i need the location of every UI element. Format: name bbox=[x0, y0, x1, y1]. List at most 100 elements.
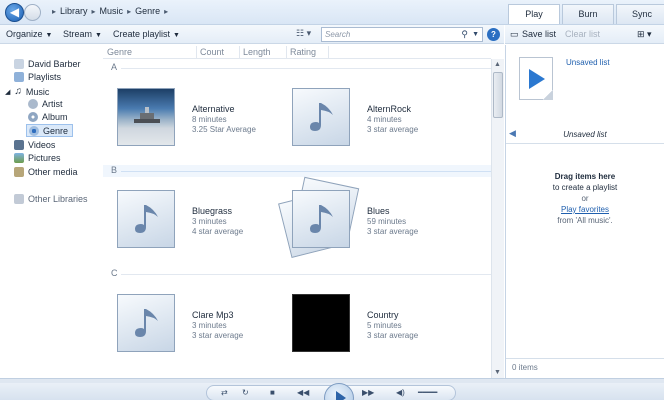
column-rating[interactable]: Rating bbox=[290, 47, 316, 57]
organize-button[interactable]: Organize ▼ bbox=[6, 29, 52, 39]
sidebar-item-label: Genre bbox=[43, 125, 69, 136]
list-options-icon[interactable]: ⊞ ▾ bbox=[637, 29, 652, 40]
list-title: Unsaved list bbox=[563, 130, 607, 139]
tile-info: Clare Mp3 3 minutes 3 star average bbox=[192, 310, 243, 340]
sidebar-item-label: Playlists bbox=[28, 72, 62, 82]
chevron-down-icon[interactable]: ▼ bbox=[472, 28, 479, 41]
sidebar-item-genre[interactable]: Genre bbox=[26, 124, 74, 137]
breadcrumb-library[interactable]: Library bbox=[60, 6, 88, 16]
breadcrumb-genre[interactable]: Genre bbox=[135, 6, 160, 16]
music-note-icon bbox=[310, 103, 333, 131]
sidebar-item-pictures[interactable]: Pictures bbox=[14, 153, 61, 163]
forward-arrow-icon[interactable] bbox=[24, 4, 41, 21]
stream-button[interactable]: Stream ▼ bbox=[63, 29, 102, 39]
search-icon[interactable]: ⚲ bbox=[461, 28, 468, 41]
genre-name: Blues bbox=[367, 206, 390, 216]
stop-icon[interactable]: ■ bbox=[270, 388, 275, 397]
tile-info: Alternative 8 minutes 3.25 Star Average bbox=[192, 104, 256, 134]
column-genre[interactable]: Genre bbox=[107, 47, 132, 57]
scroll-up-icon[interactable]: ▲ bbox=[494, 61, 501, 68]
group-header[interactable]: C bbox=[103, 268, 491, 280]
clear-list-button[interactable]: Clear list bbox=[565, 29, 600, 39]
tab-play[interactable]: Play bbox=[508, 4, 560, 24]
music-note-icon: ♫ bbox=[14, 86, 22, 97]
scroll-thumb[interactable] bbox=[493, 72, 503, 118]
sidebar-item-playlists[interactable]: Playlists bbox=[14, 72, 61, 82]
picture-icon bbox=[14, 153, 24, 163]
breadcrumb-music[interactable]: Music bbox=[100, 6, 124, 16]
create-playlist-label: Create playlist bbox=[113, 29, 171, 39]
column-header: Genre Count Length Rating bbox=[103, 45, 491, 59]
tab-burn[interactable]: Burn bbox=[562, 4, 614, 24]
items-count: 0 items bbox=[512, 363, 538, 372]
breadcrumb-separator-icon[interactable]: ▸ bbox=[92, 7, 96, 16]
tab-bar: Play Burn Sync bbox=[508, 4, 664, 24]
toolbar: Organize ▼ Stream ▼ Create playlist ▼ ☷ ▾ S… bbox=[0, 25, 504, 44]
next-icon[interactable]: ▶▶ bbox=[362, 388, 374, 397]
breadcrumb-separator-icon[interactable]: ▸ bbox=[127, 7, 131, 16]
sidebar-item-other-media[interactable]: Other media bbox=[14, 167, 78, 177]
breadcrumb-separator-icon: ▸ bbox=[52, 6, 57, 16]
unsaved-list-link[interactable]: Unsaved list bbox=[566, 58, 610, 67]
music-note-icon bbox=[135, 309, 158, 337]
genre-tile[interactable]: Alternative 8 minutes 3.25 Star Average bbox=[117, 88, 287, 148]
seek-bar[interactable] bbox=[0, 379, 664, 383]
sidebar-item-album[interactable]: Album bbox=[28, 112, 68, 122]
panel-divider bbox=[506, 143, 664, 144]
group-divider bbox=[121, 68, 491, 69]
shuffle-icon[interactable]: ⇄ bbox=[221, 388, 228, 397]
save-list-button[interactable]: Save list bbox=[522, 29, 556, 39]
column-divider[interactable] bbox=[239, 46, 240, 58]
scroll-down-icon[interactable]: ▼ bbox=[494, 369, 501, 376]
genre-length: 59 minutes bbox=[367, 217, 407, 226]
create-playlist-button[interactable]: Create playlist ▼ bbox=[113, 29, 180, 39]
album-art bbox=[292, 190, 350, 248]
column-length[interactable]: Length bbox=[243, 47, 271, 57]
list-pane: Unsaved list ◀ Unsaved list Drag items h… bbox=[505, 45, 664, 378]
column-divider[interactable] bbox=[328, 46, 329, 58]
genre-name: Bluegrass bbox=[192, 206, 233, 216]
album-art bbox=[117, 190, 175, 248]
genre-length: 4 minutes bbox=[367, 115, 402, 124]
chevron-down-icon[interactable]: ◢ bbox=[5, 88, 10, 96]
view-options-icon[interactable]: ☷ ▾ bbox=[296, 28, 311, 39]
mute-icon[interactable]: ◀) bbox=[396, 388, 405, 397]
sidebar-item-user[interactable]: David Barber bbox=[14, 59, 81, 69]
playlist-toolbar: ▭ Save list Clear list ⊞ ▾ bbox=[505, 25, 664, 44]
genre-tile[interactable]: Country 5 minutes 3 star average bbox=[292, 294, 462, 354]
tab-sync[interactable]: Sync bbox=[616, 4, 664, 24]
genre-tile[interactable]: AlternRock 4 minutes 3 star average bbox=[292, 88, 462, 148]
help-icon[interactable]: ? bbox=[487, 28, 500, 41]
genre-length: 3 minutes bbox=[192, 217, 227, 226]
column-divider[interactable] bbox=[286, 46, 287, 58]
album-art bbox=[292, 88, 350, 146]
column-divider[interactable] bbox=[196, 46, 197, 58]
play-favorites-link[interactable]: Play favorites bbox=[506, 204, 664, 215]
sidebar-item-label: Album bbox=[42, 112, 68, 122]
genre-tile[interactable]: Blues 59 minutes 3 star average bbox=[278, 176, 462, 258]
previous-icon[interactable]: ◀◀ bbox=[297, 388, 309, 397]
repeat-icon[interactable]: ↻ bbox=[242, 388, 249, 397]
sidebar-item-music[interactable]: ◢ ♫ Music bbox=[5, 86, 49, 97]
genre-rating: 3 star average bbox=[367, 227, 419, 236]
genre-length: 3 minutes bbox=[192, 321, 227, 330]
chevron-down-icon: ▼ bbox=[45, 32, 53, 39]
column-count[interactable]: Count bbox=[200, 47, 224, 57]
genre-length: 8 minutes bbox=[192, 115, 227, 124]
sidebar-item-artist[interactable]: Artist bbox=[28, 99, 63, 109]
group-header[interactable]: A bbox=[103, 62, 491, 74]
drag-hint: Drag items here to create a playlist or … bbox=[506, 171, 664, 226]
genre-tile[interactable]: Bluegrass 3 minutes 4 star average bbox=[117, 190, 287, 250]
breadcrumb-separator-icon[interactable]: ▸ bbox=[164, 7, 168, 16]
sidebar-item-other-libraries[interactable]: Other Libraries bbox=[14, 194, 88, 204]
genre-view: Genre Count Length Rating A Alternative … bbox=[103, 45, 491, 378]
sidebar-item-label: Videos bbox=[28, 140, 56, 150]
group-header[interactable]: B bbox=[103, 165, 491, 177]
album-icon bbox=[28, 112, 38, 122]
vertical-scrollbar[interactable]: ▲ ▼ bbox=[491, 59, 504, 378]
search-input[interactable]: Search ⚲ ▼ bbox=[321, 27, 483, 42]
genre-tile[interactable]: Clare Mp3 3 minutes 3 star average bbox=[117, 294, 287, 354]
volume-slider[interactable]: ━━━━ bbox=[418, 388, 437, 397]
back-arrow-icon[interactable]: ◀ bbox=[5, 3, 24, 22]
sidebar-item-videos[interactable]: Videos bbox=[14, 140, 55, 150]
